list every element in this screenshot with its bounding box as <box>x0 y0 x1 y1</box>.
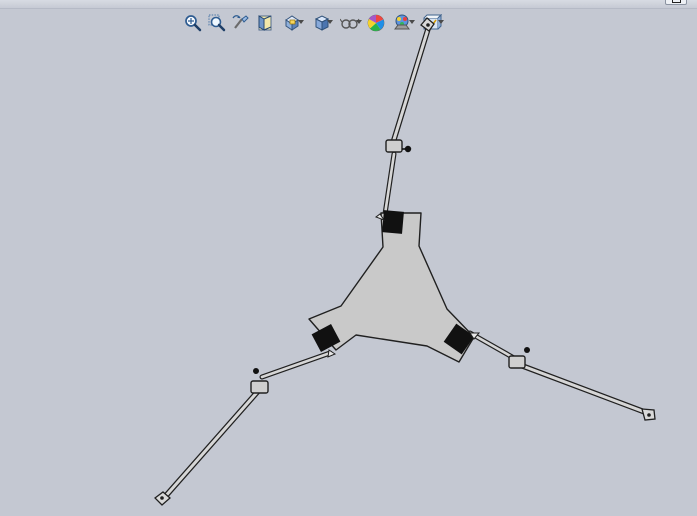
right-joint[interactable] <box>508 355 526 369</box>
upper-black-fixture[interactable] <box>382 210 404 234</box>
upper-arm[interactable] <box>382 17 435 217</box>
left-joint-knob <box>253 368 259 374</box>
left-inner-rod[interactable] <box>260 351 332 379</box>
right-outer-rod[interactable] <box>518 363 652 416</box>
left-outer-rod[interactable] <box>161 387 262 501</box>
upper-lower-rod[interactable] <box>383 152 396 216</box>
left-end-pin <box>160 496 164 500</box>
upper-end-pin <box>426 23 430 27</box>
left-joint[interactable] <box>250 380 269 394</box>
right-joint-knob <box>524 347 530 353</box>
right-end-pin <box>647 413 651 417</box>
right-arm[interactable] <box>467 330 656 421</box>
cad-model-view[interactable] <box>0 0 697 516</box>
left-arm[interactable] <box>154 350 333 506</box>
cable-robot-assembly[interactable] <box>154 17 656 506</box>
upper-outer-rod[interactable] <box>390 27 430 148</box>
graphics-area[interactable] <box>0 0 697 516</box>
upper-joint[interactable] <box>385 139 403 153</box>
